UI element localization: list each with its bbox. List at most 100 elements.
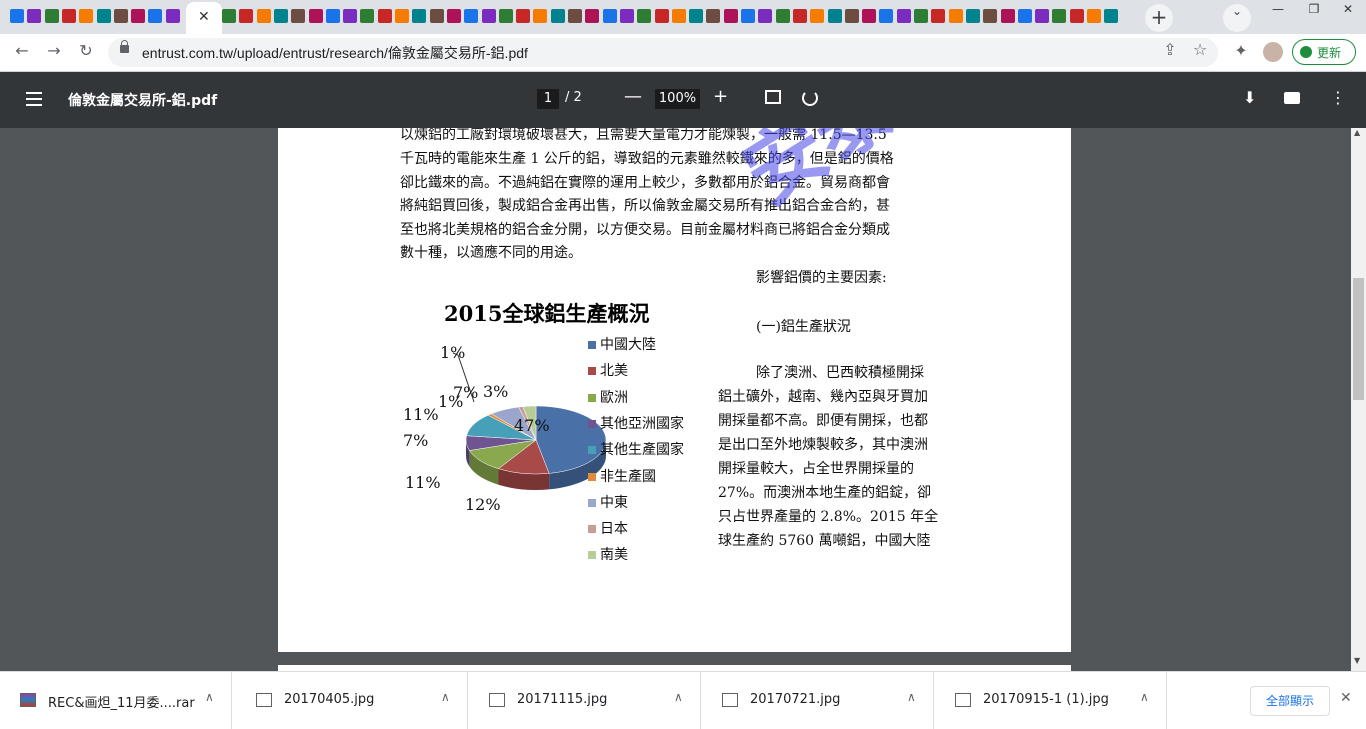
update-button[interactable]: 更新 [1292, 39, 1356, 65]
tab-search-button[interactable]: ⌄ [1223, 4, 1251, 32]
tab-favicon-icon[interactable] [239, 9, 254, 23]
more-options-icon[interactable]: ⋮ [1330, 88, 1346, 107]
tab-favicon-icon[interactable] [79, 9, 94, 23]
tab-favicon-icon[interactable] [1069, 9, 1084, 23]
tab-favicon-icon[interactable] [896, 9, 911, 23]
rotate-icon[interactable] [802, 90, 818, 106]
tab-favicon-icon[interactable] [758, 9, 773, 23]
tab-favicon-icon[interactable] [291, 9, 306, 23]
tab-favicon-icon[interactable] [914, 9, 928, 23]
close-downloads-icon[interactable]: ✕ [1340, 690, 1352, 706]
tab-favicon-icon[interactable] [148, 9, 163, 23]
show-all-downloads-button[interactable]: 全部顯示 [1250, 686, 1330, 716]
tab-favicon-icon[interactable] [585, 9, 600, 23]
chevron-up-icon[interactable]: ∧ [907, 690, 916, 704]
tab-favicon-icon[interactable] [1052, 9, 1067, 23]
chevron-up-icon[interactable]: ∧ [205, 690, 214, 704]
download-icon[interactable]: ⬇ [1243, 88, 1256, 107]
tab-favicon-icon[interactable] [862, 9, 877, 23]
close-tab-icon[interactable]: ✕ [198, 9, 210, 25]
extensions-icon[interactable]: ✦ [1229, 41, 1253, 65]
tab-favicon-icon[interactable] [654, 9, 669, 23]
zoom-out-button[interactable]: — [624, 86, 642, 107]
tab-favicon-icon[interactable] [948, 9, 963, 23]
tab-favicon-icon[interactable] [1104, 9, 1119, 23]
new-tab-button[interactable]: + [1145, 4, 1173, 32]
print-icon[interactable] [1284, 92, 1300, 104]
tab-favicon-icon[interactable] [516, 9, 531, 23]
download-item[interactable]: 20171115.jpg ∧ [469, 672, 701, 729]
scroll-down-icon[interactable]: ▼ [1354, 656, 1360, 665]
tab-favicon-icon[interactable] [113, 9, 128, 23]
active-tab[interactable]: ✕ [186, 2, 222, 34]
tab-favicon-icon[interactable] [879, 9, 894, 23]
tab-favicon-icon[interactable] [498, 9, 513, 23]
tab-favicon-icon[interactable] [377, 9, 392, 23]
forward-icon[interactable]: → [42, 41, 66, 65]
tab-favicon-icon[interactable] [481, 9, 496, 23]
zoom-input[interactable]: 100% [655, 89, 700, 109]
profile-avatar[interactable] [1263, 42, 1283, 62]
chevron-up-icon[interactable]: ∧ [441, 690, 450, 704]
back-icon[interactable]: ← [10, 41, 34, 65]
chevron-up-icon[interactable]: ∧ [1140, 690, 1149, 704]
bookmark-star-icon[interactable]: ☆ [1188, 40, 1212, 64]
scrollbar[interactable]: ▲ ▼ [1351, 128, 1366, 671]
download-item[interactable]: 20170405.jpg ∧ [236, 672, 468, 729]
maximize-button[interactable]: ❐ [1296, 0, 1332, 20]
download-item[interactable]: REC&画炟_11月委....rar ∧ [0, 672, 232, 729]
tab-favicon-icon[interactable] [429, 9, 444, 23]
tab-favicon-icon[interactable] [360, 9, 375, 23]
lock-icon[interactable] [120, 40, 129, 53]
tab-favicon-icon[interactable] [931, 9, 946, 23]
tab-favicon-icon[interactable] [131, 9, 146, 23]
tab-favicon-icon[interactable] [671, 9, 686, 23]
tab-favicon-icon[interactable] [222, 9, 236, 23]
tab-favicon-icon[interactable] [44, 9, 59, 23]
menu-icon[interactable] [26, 92, 42, 106]
download-item[interactable]: 20170721.jpg ∧ [702, 672, 934, 729]
tab-favicon-icon[interactable] [741, 9, 755, 23]
tab-favicon-icon[interactable] [775, 9, 790, 23]
zoom-in-button[interactable]: + [713, 86, 728, 107]
tab-favicon-icon[interactable] [343, 9, 358, 23]
tab-favicon-icon[interactable] [1087, 9, 1101, 23]
minimize-button[interactable]: — [1260, 0, 1296, 20]
reload-icon[interactable]: ↻ [74, 41, 98, 65]
tab-favicon-icon[interactable] [273, 9, 288, 23]
tab-favicon-icon[interactable] [844, 9, 859, 23]
tab-favicon-icon[interactable] [165, 9, 180, 23]
tab-favicon-icon[interactable] [1000, 9, 1015, 23]
tab-favicon-icon[interactable] [10, 9, 24, 23]
fit-page-icon[interactable] [765, 90, 781, 104]
tab-favicon-icon[interactable] [792, 9, 807, 23]
tab-favicon-icon[interactable] [464, 9, 479, 23]
tab-favicon-icon[interactable] [446, 9, 461, 23]
page-number-input[interactable]: 1 [537, 89, 559, 109]
tab-favicon-icon[interactable] [325, 9, 340, 23]
tab-favicon-icon[interactable] [619, 9, 634, 23]
pdf-viewer[interactable]: 以煉鋁的工廠對環境破壞甚大，且需要大量電力才能煉製，一般需 11.5—13.5 … [0, 128, 1366, 671]
tab-favicon-icon[interactable] [27, 9, 42, 23]
close-window-button[interactable]: ✕ [1330, 0, 1366, 20]
tab-favicon-icon[interactable] [827, 9, 842, 23]
download-item[interactable]: 20170915-1 (1).jpg ∧ [935, 672, 1167, 729]
tab-favicon-icon[interactable] [61, 9, 76, 23]
share-icon[interactable]: ⇪ [1158, 40, 1182, 64]
scroll-thumb[interactable] [1353, 278, 1364, 400]
tab-favicon-icon[interactable] [533, 9, 548, 23]
tab-favicon-icon[interactable] [96, 9, 111, 23]
address-bar[interactable]: entrust.com.tw/upload/entrust/research/倫… [108, 38, 1218, 67]
chevron-up-icon[interactable]: ∧ [674, 690, 683, 704]
tab-favicon-icon[interactable] [256, 9, 271, 23]
tab-favicon-icon[interactable] [550, 9, 565, 23]
tab-favicon-icon[interactable] [412, 9, 427, 23]
tab-favicon-icon[interactable] [1017, 9, 1032, 23]
url-text[interactable]: entrust.com.tw/upload/entrust/research/倫… [142, 43, 528, 63]
tab-favicon-icon[interactable] [689, 9, 704, 23]
tab-favicon-icon[interactable] [810, 9, 825, 23]
tab-favicon-icon[interactable] [723, 9, 738, 23]
tab-favicon-icon[interactable] [308, 9, 323, 23]
tab-favicon-icon[interactable] [706, 9, 721, 23]
tab-favicon-icon[interactable] [983, 9, 998, 23]
